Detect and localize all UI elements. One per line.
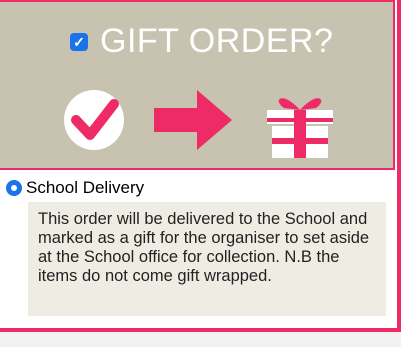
checkmark-circle-icon — [64, 90, 124, 150]
gift-order-checkbox[interactable]: ✓ — [70, 32, 88, 51]
gift-process-illustration — [64, 90, 333, 158]
arrow-right-icon — [154, 90, 232, 150]
delivery-description: This order will be delivered to the Scho… — [28, 202, 386, 316]
gift-order-banner: ✓ GIFT ORDER? — [0, 0, 395, 170]
school-delivery-radio[interactable] — [6, 180, 22, 196]
gift-order-toggle[interactable]: ✓ GIFT ORDER? — [70, 22, 333, 61]
school-delivery-label: School Delivery — [26, 178, 145, 197]
school-delivery-option[interactable]: School Delivery — [6, 178, 144, 198]
gift-box-icon — [267, 98, 333, 158]
gift-order-panel: ✓ GIFT ORDER? School Delivery This order… — [0, 0, 401, 332]
gift-order-title: GIFT ORDER? — [100, 22, 334, 60]
